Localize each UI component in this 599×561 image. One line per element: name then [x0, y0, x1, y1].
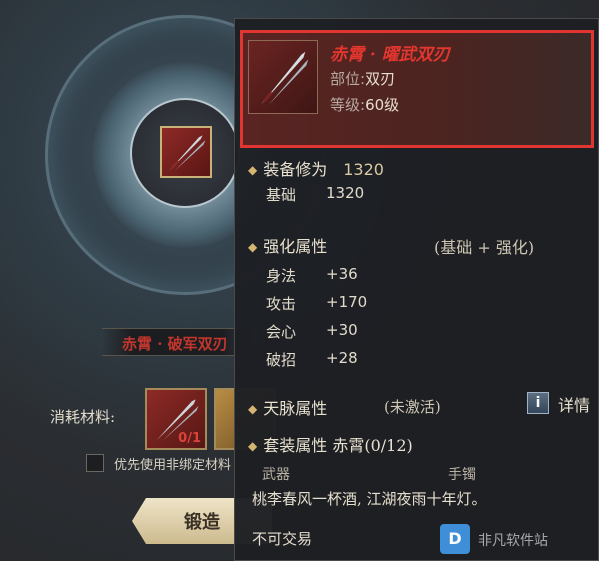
slot-value: 双刃 — [365, 70, 396, 88]
set-piece: 手镯 — [448, 467, 476, 483]
enhance-label: 强化属性 — [263, 237, 328, 256]
stat-row: 身法 +36 — [266, 265, 358, 286]
base-row: 基础 1320 — [266, 184, 364, 205]
stat-row: 会心 +30 — [266, 321, 358, 342]
watermark-text: 非凡软件站 — [478, 533, 548, 549]
watermark-logo-icon: D — [440, 524, 470, 554]
cultivation-row: ◆ 装备修为 1320 — [248, 156, 384, 180]
dual-blade-icon — [169, 135, 206, 171]
dual-blade-icon — [260, 51, 309, 106]
forge-item-slot[interactable] — [160, 126, 212, 178]
slot-row: 部位:双刃 — [330, 68, 395, 89]
cultivation-label: 装备修为 — [263, 160, 328, 179]
flavor-text: 桃李春风一杯酒, 江湖夜雨十年灯。 — [252, 490, 487, 508]
diamond-icon: ◆ — [248, 163, 258, 177]
cultivation-value: 1320 — [343, 160, 384, 179]
prefer-unbound-checkbox[interactable] — [86, 454, 104, 472]
stat-row: 攻击 +170 — [266, 293, 367, 314]
forge-item-name: 赤霄 · 破军双刃 — [122, 335, 228, 353]
forge-item-name-banner: 赤霄 · 破军双刃 — [102, 328, 252, 356]
materials-label: 消耗材料: — [50, 408, 116, 426]
meridian-label: 天脉属性 — [263, 399, 328, 418]
stat-name: 身法 — [266, 267, 297, 285]
stat-value: +170 — [326, 293, 368, 311]
material-count: 0/1 — [178, 431, 201, 446]
diamond-icon: ◆ — [248, 402, 258, 416]
base-value: 1320 — [326, 184, 365, 202]
tradeable-status: 不可交易 — [252, 530, 313, 548]
set-label: 套装属性 赤霄(0/12) — [263, 436, 413, 455]
info-icon[interactable]: i — [527, 392, 549, 414]
enhance-row: ◆ 强化属性 — [248, 233, 327, 257]
tooltip-item-icon — [248, 40, 318, 114]
stat-row: 破招 +28 — [266, 349, 358, 370]
diamond-icon: ◆ — [248, 240, 258, 254]
stat-value: +36 — [326, 265, 358, 283]
level-row: 等级:60级 — [330, 94, 399, 115]
level-key: 等级: — [330, 96, 366, 114]
prefer-unbound-label: 优先使用非绑定材料 — [114, 458, 232, 473]
slot-key: 部位: — [330, 70, 366, 88]
tooltip-item-name: 赤霄 · 曜武双刃 — [330, 45, 450, 65]
details-link[interactable]: 详情 — [558, 392, 590, 416]
base-label: 基础 — [266, 186, 297, 204]
meridian-status: (未激活) — [384, 398, 441, 416]
stat-name: 会心 — [266, 323, 297, 341]
diamond-icon: ◆ — [248, 439, 258, 453]
stat-name: 攻击 — [266, 295, 297, 313]
forge-button-label: 锻造 — [184, 512, 220, 533]
set-row: ◆ 套装属性 赤霄(0/12) — [248, 432, 413, 456]
material-slot-weapon[interactable]: 0/1 — [145, 388, 207, 450]
set-piece: 武器 — [262, 467, 290, 483]
stat-value: +28 — [326, 349, 358, 367]
stat-name: 破招 — [266, 351, 297, 369]
enhance-note: (基础 + 强化) — [434, 238, 535, 257]
level-value: 60级 — [365, 96, 400, 114]
meridian-row: ◆ 天脉属性 — [248, 395, 327, 419]
stat-value: +30 — [326, 321, 358, 339]
